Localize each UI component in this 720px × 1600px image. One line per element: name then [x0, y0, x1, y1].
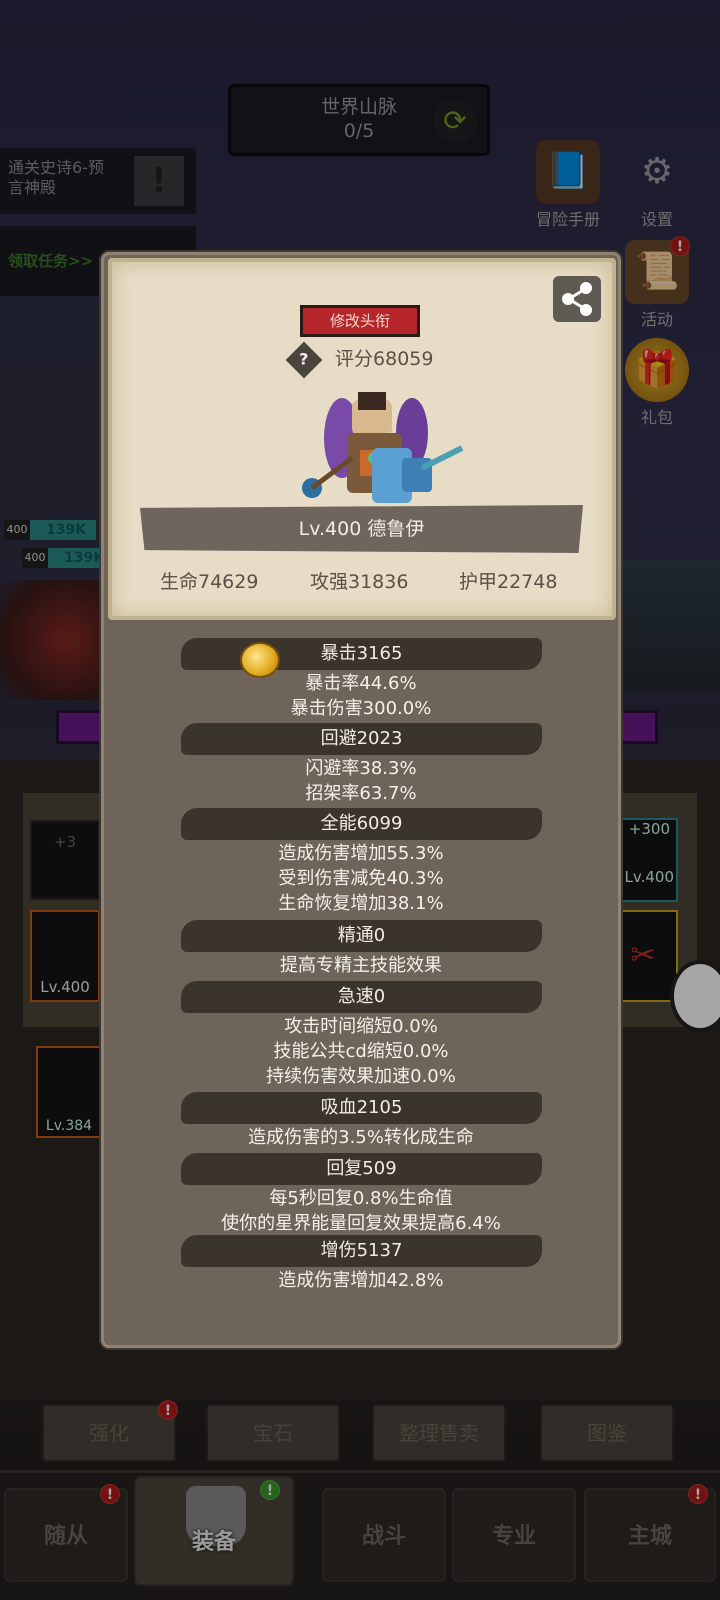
score-row: ? 评分68059: [285, 341, 434, 378]
attack-power-stat: 攻强31836: [310, 571, 409, 593]
stat-line: 持续伤害效果加速0.0%: [266, 1066, 456, 1087]
stat-header-mastery: 精通0: [181, 920, 542, 952]
stat-line: 暴击率44.6%: [305, 673, 417, 694]
stat-line: 受到伤害减免40.3%: [278, 868, 444, 889]
character-name: Lv.400 德鲁伊: [298, 518, 425, 540]
hp-stat: 生命74629: [160, 571, 259, 593]
stat-line: 造成伤害增加55.3%: [278, 843, 444, 864]
stat-header-leech: 吸血2105: [181, 1092, 542, 1124]
share-icon: [562, 282, 592, 316]
stat-line: 技能公共cd缩短0.0%: [273, 1041, 449, 1062]
stat-header-damage-bonus: 增伤5137: [181, 1235, 542, 1267]
stat-line: 造成伤害的3.5%转化成生命: [248, 1127, 474, 1148]
stat-line: 招架率63.7%: [305, 783, 417, 804]
game-screen: 世界山脉 0/5 ⟳ 通关史诗6-预 言神殿 ! 领取任务>> 📘 冒险手册 ⚙…: [0, 0, 720, 1600]
stat-line: 使你的星界能量回复效果提高6.4%: [221, 1213, 501, 1234]
score-text: 评分68059: [335, 348, 434, 370]
stat-line: 造成伤害增加42.8%: [278, 1270, 444, 1291]
stat-header-haste: 急速0: [181, 981, 542, 1013]
stat-line: 每5秒回复0.8%生命值: [269, 1188, 453, 1209]
druid-character-sprite: [302, 392, 464, 503]
edit-title-label: 修改头衔: [329, 312, 390, 330]
armor-stat: 护甲22748: [459, 571, 558, 593]
edit-title-button[interactable]: 修改头衔: [300, 305, 420, 337]
stat-header-crit: 暴击3165: [181, 638, 542, 670]
stat-line: 闪避率38.3%: [305, 758, 417, 779]
stat-header-avoidance: 回避2023: [181, 723, 542, 755]
help-icon[interactable]: ?: [285, 341, 323, 378]
share-button[interactable]: [553, 276, 601, 322]
stat-line: 暴击伤害300.0%: [290, 698, 432, 719]
stat-header-regen: 回复509: [181, 1153, 542, 1185]
stat-line: 提高专精主技能效果: [280, 955, 442, 976]
stat-line: 生命恢复增加38.1%: [278, 893, 444, 914]
stat-header-versatility: 全能6099: [181, 808, 542, 840]
character-name-bar: Lv.400 德鲁伊: [140, 505, 583, 553]
stat-line: 攻击时间缩短0.0%: [284, 1016, 438, 1037]
